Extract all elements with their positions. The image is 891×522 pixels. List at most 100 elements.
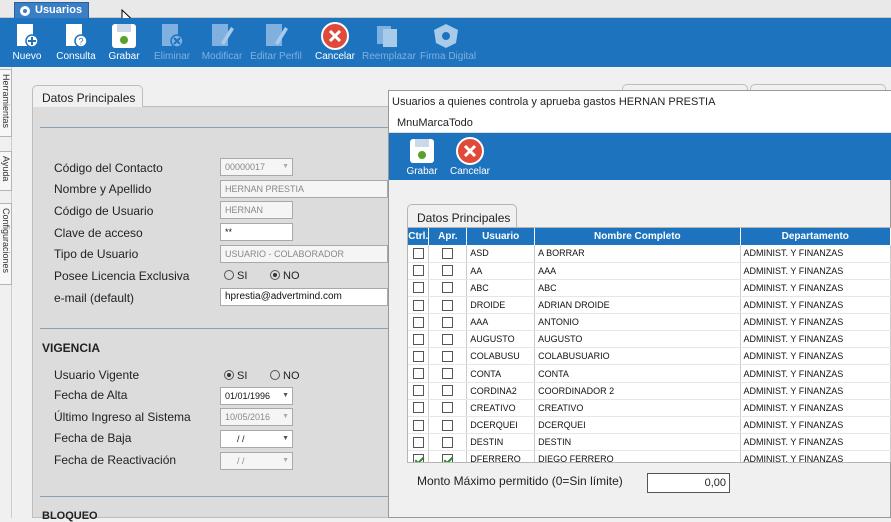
apr-cell[interactable] — [428, 262, 468, 280]
table-row[interactable]: CORDINA2 COORDINADOR 2 ADMINIST. Y FINANZA… — [408, 382, 891, 400]
tipo-usuario-field[interactable]: USUARIO - COLABORADOR — [220, 245, 388, 263]
ctrl-cell[interactable] — [408, 330, 430, 349]
table-row[interactable]: AUGUSTO AUGUSTO ADMINIST. Y FINANZAS — [408, 330, 891, 349]
toolbar-grabar-button[interactable]: Grabar — [98, 18, 150, 67]
apr-cell[interactable] — [428, 296, 468, 315]
ctrl-checkbox[interactable] — [412, 402, 424, 414]
apr-cell[interactable] — [428, 399, 468, 417]
apr-cell[interactable] — [428, 279, 468, 297]
ctrl-checkbox[interactable] — [412, 265, 424, 277]
col-usuario[interactable]: Usuario — [466, 228, 536, 245]
ctrl-cell[interactable] — [408, 279, 430, 297]
ctrl-cell[interactable] — [408, 296, 430, 315]
users-grid[interactable]: Ctrl. Apr. Usuario Nombre Completo Depar… — [407, 227, 891, 463]
apr-cell[interactable] — [428, 450, 468, 462]
apr-checkbox[interactable] — [442, 247, 454, 259]
col-departamento[interactable]: Departamento — [740, 228, 891, 245]
toolbar-cancelar-button[interactable]: Cancelar — [309, 18, 361, 67]
apr-cell[interactable] — [428, 347, 468, 366]
apr-cell[interactable] — [428, 416, 468, 435]
vigente-no-radio[interactable]: NO — [270, 370, 300, 382]
codigo-usuario-field[interactable]: HERNAN — [220, 201, 293, 219]
table-row[interactable]: DESTIN DESTIN ADMINIST. Y FINANZAS — [408, 433, 891, 452]
col-ctrl[interactable]: Ctrl. — [408, 228, 430, 245]
ultimo-ingreso-picker[interactable]: 10/05/2016 — [220, 408, 293, 426]
toolbar-nuevo-button[interactable]: Nuevo — [1, 18, 53, 67]
codigo-contacto-select[interactable]: 00000017 — [220, 158, 293, 176]
ctrl-checkbox[interactable] — [412, 316, 424, 328]
apr-checkbox[interactable] — [442, 453, 454, 462]
licencia-si-radio[interactable]: SI — [224, 270, 247, 282]
nombre-field[interactable]: HERNAN PRESTIA — [220, 180, 388, 198]
ctrl-cell[interactable] — [408, 450, 430, 462]
dialog-tab-datos-principales[interactable]: Datos Principales — [407, 204, 517, 227]
table-row[interactable]: CONTA CONTA ADMINIST. Y FINANZAS — [408, 364, 891, 383]
ctrl-cell[interactable] — [408, 416, 430, 435]
ctrl-checkbox[interactable] — [412, 419, 424, 431]
apr-checkbox[interactable] — [442, 419, 454, 431]
ctrl-checkbox[interactable] — [412, 282, 424, 294]
ctrl-cell[interactable] — [408, 364, 430, 383]
ctrl-checkbox[interactable] — [412, 385, 424, 397]
password-field[interactable]: ** — [220, 223, 293, 241]
side-tab-herramientas[interactable]: Herramientas — [0, 69, 12, 137]
col-nombre[interactable]: Nombre Completo — [534, 228, 741, 245]
dialog-save-button[interactable]: Grabar — [400, 133, 444, 180]
ctrl-checkbox[interactable] — [412, 453, 424, 462]
apr-cell[interactable] — [428, 382, 468, 400]
fecha-reactivacion-picker[interactable]: / / — [220, 452, 293, 470]
table-row[interactable]: ASD A BORRAR ADMINIST. Y FINANZAS — [408, 245, 891, 263]
ctrl-checkbox[interactable] — [412, 436, 424, 448]
apr-checkbox[interactable] — [442, 368, 454, 380]
email-field[interactable]: hprestia@advertmind.com — [220, 288, 388, 306]
monto-maximo-input[interactable]: 0,00 — [647, 473, 730, 493]
vigente-si-radio[interactable]: SI — [224, 370, 247, 382]
ctrl-checkbox[interactable] — [412, 368, 424, 380]
toolbar-reemplazar-button[interactable]: Reemplazar — [362, 18, 416, 67]
toolbar-modificar-button[interactable]: Modificar — [196, 18, 248, 67]
tab-usuarios[interactable]: Usuarios — [14, 2, 90, 18]
ctrl-checkbox[interactable] — [412, 299, 424, 311]
apr-checkbox[interactable] — [442, 385, 454, 397]
apr-cell[interactable] — [428, 433, 468, 452]
ctrl-checkbox[interactable] — [412, 333, 424, 345]
apr-checkbox[interactable] — [442, 436, 454, 448]
ctrl-checkbox[interactable] — [412, 350, 424, 362]
toolbar-consulta-button[interactable]: ? Consulta — [50, 18, 102, 67]
col-apr[interactable]: Apr. — [428, 228, 468, 245]
ctrl-cell[interactable] — [408, 262, 430, 280]
toolbar-firma-digital-button[interactable]: Firma Digital — [420, 18, 476, 67]
side-tab-configuraciones[interactable]: Configuraciones — [0, 203, 12, 285]
ctrl-cell[interactable] — [408, 347, 430, 366]
apr-checkbox[interactable] — [442, 265, 454, 277]
apr-cell[interactable] — [428, 245, 468, 263]
licencia-no-radio[interactable]: NO — [270, 270, 300, 282]
table-row[interactable]: DCERQUEI DCERQUEI ADMINIST. Y FINANZAS — [408, 416, 891, 435]
ctrl-cell[interactable] — [408, 382, 430, 400]
table-row[interactable]: DROIDE ADRIAN DROIDE ADMINIST. Y FINANZAS — [408, 296, 891, 315]
side-tab-ayuda[interactable]: Ayuda — [0, 151, 12, 191]
dialog-cancel-button[interactable]: Cancelar — [448, 133, 492, 180]
table-row[interactable]: AAA ANTONIO ADMINIST. Y FINANZAS — [408, 313, 891, 332]
ctrl-checkbox[interactable] — [412, 247, 424, 259]
apr-checkbox[interactable] — [442, 316, 454, 328]
apr-checkbox[interactable] — [442, 402, 454, 414]
toolbar-eliminar-button[interactable]: Eliminar — [146, 18, 198, 67]
apr-checkbox[interactable] — [442, 299, 454, 311]
ctrl-cell[interactable] — [408, 245, 430, 263]
table-row[interactable]: DFERRERO DIEGO FERRERO ADMINIST. Y FINANZA… — [408, 450, 891, 462]
fecha-alta-picker[interactable]: 01/01/1996 — [220, 387, 293, 405]
apr-checkbox[interactable] — [442, 282, 454, 294]
apr-checkbox[interactable] — [442, 333, 454, 345]
table-row[interactable]: ABC ABC ADMINIST. Y FINANZAS — [408, 279, 891, 297]
table-row[interactable]: AA AAA ADMINIST. Y FINANZAS — [408, 262, 891, 280]
apr-cell[interactable] — [428, 364, 468, 383]
ctrl-cell[interactable] — [408, 433, 430, 452]
menu-marca-todo[interactable]: MnuMarcaTodo — [389, 113, 891, 133]
table-row[interactable]: COLABUSU COLABUSUARIO ADMINIST. Y FINANZAS — [408, 347, 891, 366]
table-row[interactable]: CREATIVO CREATIVO ADMINIST. Y FINANZAS — [408, 399, 891, 417]
apr-cell[interactable] — [428, 330, 468, 349]
apr-cell[interactable] — [428, 313, 468, 332]
fecha-baja-picker[interactable]: / / — [220, 430, 293, 448]
ctrl-cell[interactable] — [408, 313, 430, 332]
